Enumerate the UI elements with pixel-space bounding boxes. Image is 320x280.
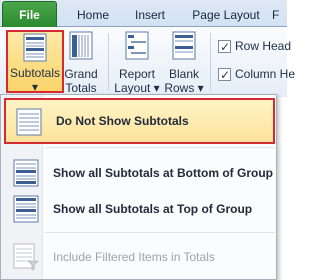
menu-item-include-filtered-items[interactable]: Include Filtered Items in Totals [3,235,276,279]
menu-separator [45,232,275,233]
ribbon-separator [108,33,109,91]
tab-file[interactable]: File [2,1,57,27]
checkbox-checked-icon: ✓ [218,68,231,83]
row-headers-label: Row Head [235,39,292,53]
menu-separator [45,147,275,148]
menu-item-label: Do Not Show Subtotals [56,114,189,128]
column-headers-label: Column He [235,67,296,81]
menu-item-label: Show all Subtotals at Top of Group [53,202,253,216]
report-layout-icon [125,31,149,60]
ribbon-layout-group: Subtotals ▾ Grand Totals Report Layout ▾ [0,27,295,97]
row-headers-checkbox[interactable]: ✓ Row Head [218,37,291,55]
tab-home[interactable]: Home [70,3,116,27]
grand-totals-label-2: Totals [65,81,97,95]
blank-rows-icon [172,31,196,60]
dropdown-arrow-icon: ▾ [31,80,39,94]
menu-item-do-not-show-subtotals[interactable]: Do Not Show Subtotals [4,98,275,144]
subtotals-icon [23,33,47,62]
no-subtotals-icon [16,108,42,136]
ribbon-tab-bar: File Home Insert Page Layout F [0,0,287,27]
grand-totals-label-1: Grand [64,67,98,81]
column-headers-checkbox[interactable]: ✓ Column He [218,65,295,83]
menu-item-subtotals-top[interactable]: Show all Subtotals at Top of Group [3,187,276,231]
blank-rows-label-2: Rows ▾ [164,81,204,95]
grand-totals-button[interactable]: Grand Totals [62,31,100,95]
blank-rows-button[interactable]: Blank Rows ▾ [164,31,204,95]
subtotals-dropdown-menu: Do Not Show Subtotals Show all Subtotals… [0,94,277,280]
subtotals-top-icon [13,195,39,223]
grand-totals-icon [69,31,93,60]
ribbon-separator [210,33,211,91]
tab-partial[interactable]: F [272,3,292,27]
report-layout-button[interactable]: Report Layout ▾ [114,31,160,95]
tab-insert[interactable]: Insert [127,3,173,27]
subtotals-bottom-icon [13,159,39,187]
report-layout-label-1: Report [118,67,156,81]
subtotals-button[interactable]: Subtotals ▾ [6,30,64,94]
report-layout-label-2: Layout ▾ [114,81,160,95]
filtered-totals-icon [13,243,39,271]
subtotals-label: Subtotals [9,66,61,80]
blank-rows-label-1: Blank [168,67,200,81]
checkbox-checked-icon: ✓ [218,40,231,55]
menu-item-label: Include Filtered Items in Totals [53,250,215,264]
tab-page-layout[interactable]: Page Layout [186,3,266,27]
